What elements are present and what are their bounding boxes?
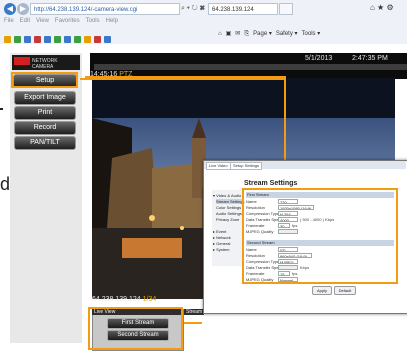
nav-system[interactable]: ▸ System [213, 247, 229, 252]
menu-help[interactable]: Help [106, 18, 118, 24]
apply-button[interactable]: Apply [312, 286, 332, 295]
command-bar: ⌂ ▣ ✉ ⎘ Page ▾ Safety ▾ Tools ▾ [218, 30, 324, 39]
forward-icon[interactable]: ▶ [17, 3, 29, 15]
logo-mark [14, 57, 30, 65]
menu-bar: File Edit View Favorites Tools Help [4, 17, 184, 26]
page-menu[interactable]: Page ▾ [253, 31, 272, 37]
stream-settings-highlight [242, 188, 398, 284]
logo: NETWORK CAMERA [12, 55, 80, 70]
logo-text: NETWORK CAMERA [32, 58, 58, 70]
tab-setup-settings[interactable]: Setup Settings [230, 162, 263, 170]
rss-icon[interactable]: ▣ [226, 31, 232, 37]
osd-fps: 1/34 [142, 296, 157, 303]
record-button[interactable]: Record [14, 121, 76, 135]
fav-icon[interactable] [84, 36, 91, 43]
connector-line [80, 78, 286, 80]
home-icon[interactable]: ⌂ [218, 31, 222, 37]
export-image-button[interactable]: Export Image [14, 91, 76, 105]
page-title: Stream Settings [244, 180, 298, 187]
stream-panel-header: Stream [184, 309, 204, 315]
camera-subheader [94, 64, 407, 70]
fav-icon[interactable] [44, 36, 51, 43]
print-button[interactable]: Print [14, 106, 76, 120]
menu-favorites[interactable]: Favorites [55, 18, 80, 24]
camera-time: 2:47:35 PM [352, 55, 388, 62]
favorites-star-icon[interactable] [4, 36, 11, 43]
browser-tab-new[interactable] [279, 3, 293, 15]
edge-text: d [0, 174, 11, 194]
nav-general[interactable]: ▸ General [213, 241, 230, 246]
nav-video-audio[interactable]: ▾ Video & Audio [213, 193, 241, 198]
window-icons[interactable]: ⌂ ★ ⚙ [370, 3, 394, 12]
tab-live-video[interactable]: Live Video [206, 162, 231, 170]
nav-color-settings[interactable]: Color Settings [216, 205, 241, 210]
fav-icon[interactable] [54, 36, 61, 43]
nav-privacy-zone[interactable]: Privacy Zone [216, 217, 239, 222]
menu-view[interactable]: View [36, 18, 49, 24]
osd-ip: 64.238.139.124 [92, 296, 141, 303]
default-button[interactable]: Default [334, 286, 356, 295]
safety-menu[interactable]: Safety ▾ [276, 31, 298, 37]
pan-tilt-button[interactable]: PAN/TILT [14, 136, 76, 150]
live-view-highlight [88, 307, 183, 350]
edge-mark [0, 108, 3, 110]
connector-line [182, 322, 202, 324]
nav-network[interactable]: ▸ Network [213, 235, 231, 240]
fav-icon[interactable] [94, 36, 101, 43]
nav-stream-settings[interactable]: Stream Settings [216, 199, 245, 204]
fav-icon[interactable] [14, 36, 21, 43]
fav-icon[interactable] [64, 36, 71, 43]
video-osd-bottom: 64.238.139.124 1/34 [92, 296, 156, 303]
fav-icon[interactable] [24, 36, 31, 43]
menu-edit[interactable]: Edit [20, 18, 30, 24]
print-icon[interactable]: ⎘ [244, 31, 249, 37]
fav-icon[interactable] [34, 36, 41, 43]
nav-audio-settings[interactable]: Audio Settings [216, 211, 242, 216]
fav-icon[interactable] [74, 36, 81, 43]
back-icon[interactable]: ◀ [4, 3, 16, 15]
menu-tools[interactable]: Tools [86, 18, 100, 24]
setup-highlight [11, 72, 78, 88]
mail-icon[interactable]: ✉ [235, 31, 240, 37]
browser-tab-active[interactable]: 64.238.139.124 [208, 3, 278, 15]
favorites-bar [4, 30, 114, 43]
tools-menu[interactable]: Tools ▾ [302, 31, 321, 37]
camera-date: 5/1/2013 [305, 55, 333, 62]
address-bar[interactable]: http://64.238.139.124/-camera-view.cgi [30, 3, 180, 15]
menu-file[interactable]: File [4, 18, 14, 24]
fav-icon[interactable] [104, 36, 111, 43]
nav-event[interactable]: ▸ Event [213, 229, 226, 234]
address-controls[interactable]: ⌕ ▾ ↻ ✖ [181, 3, 207, 15]
